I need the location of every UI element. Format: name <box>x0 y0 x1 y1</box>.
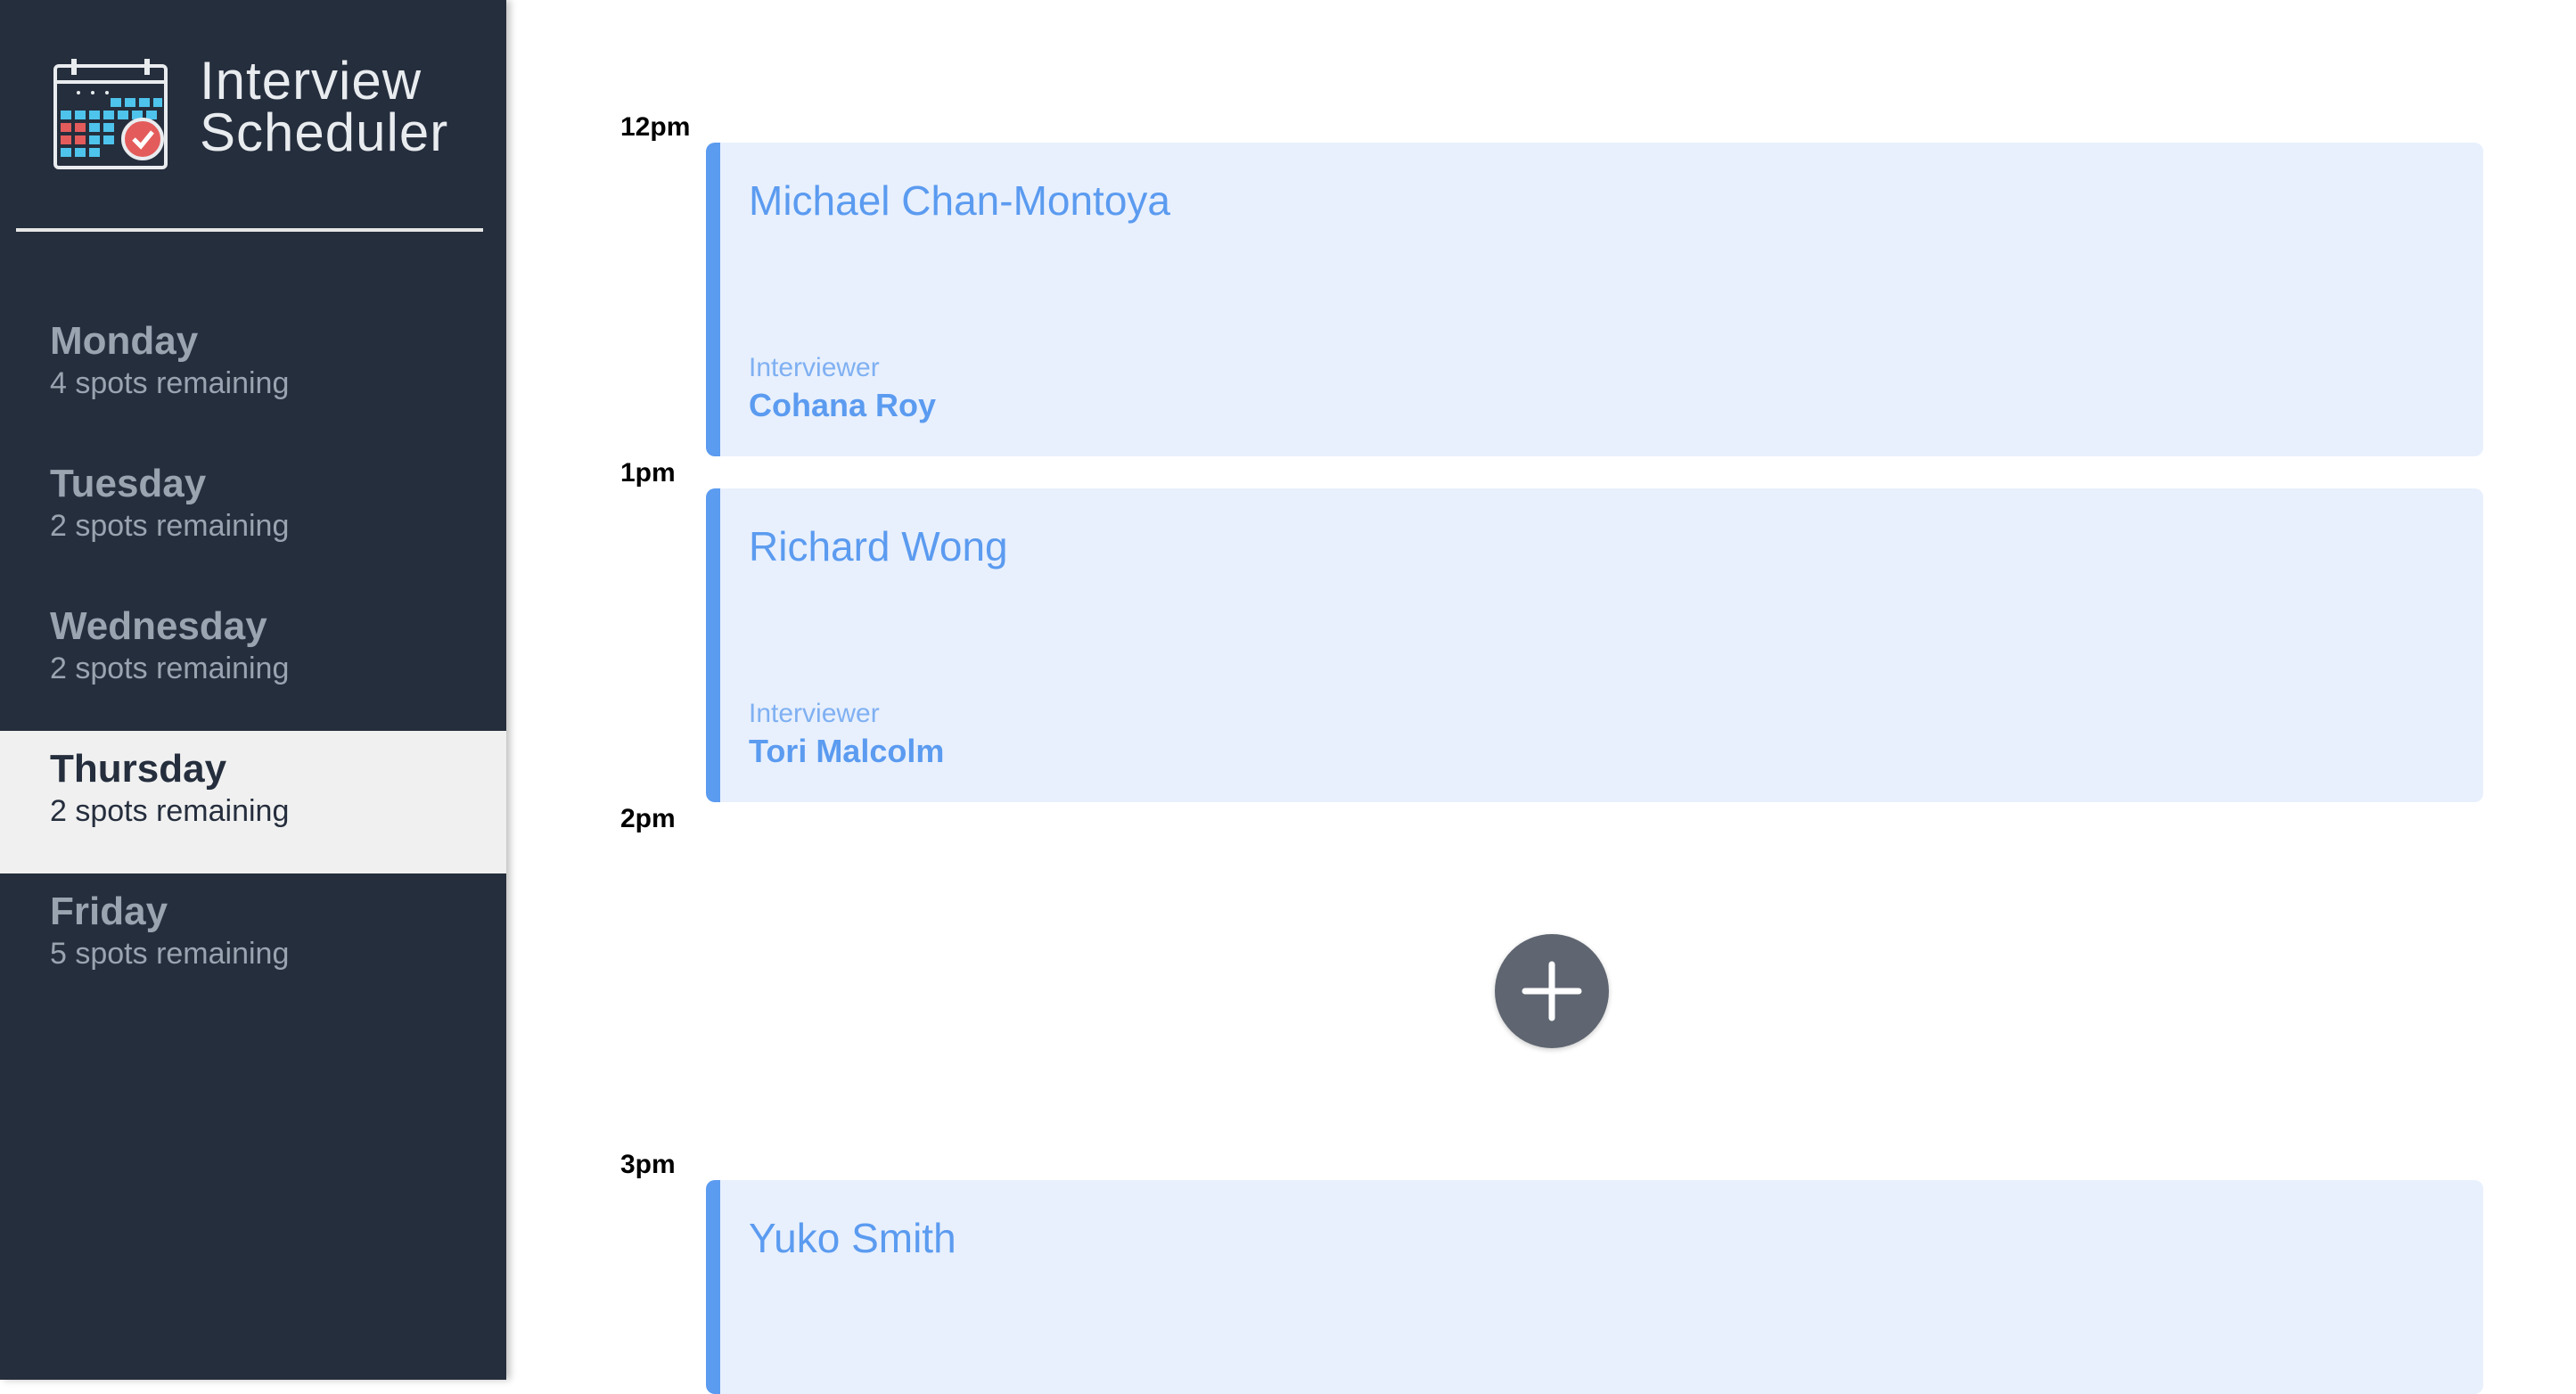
day-item-thursday[interactable]: Thursday 2 spots remaining <box>0 731 506 873</box>
sidebar: Interview Scheduler Monday 4 spots remai… <box>0 0 506 1380</box>
schedule-main: 12pm Michael Chan-Montoya Interviewer Co… <box>506 0 2576 1394</box>
calendar-check-icon <box>53 59 168 169</box>
time-label: 1pm <box>620 458 676 488</box>
day-spots: 2 spots remaining <box>50 509 290 543</box>
student-name: Yuko Smith <box>749 1215 956 1261</box>
student-name: Michael Chan-Montoya <box>749 177 1171 224</box>
interviewer-name: Cohana Roy <box>749 387 937 423</box>
day-item-friday[interactable]: Friday 5 spots remaining <box>0 873 506 1016</box>
day-item-monday[interactable]: Monday 4 spots remaining <box>0 303 506 446</box>
interviewer-label: Interviewer <box>749 353 880 382</box>
app-title: Interview Scheduler <box>200 51 449 162</box>
day-spots: 2 spots remaining <box>50 794 290 828</box>
day-name: Monday <box>50 319 199 363</box>
day-spots: 4 spots remaining <box>50 366 290 400</box>
student-name: Richard Wong <box>749 523 1008 570</box>
day-name: Tuesday <box>50 462 207 505</box>
day-name: Friday <box>50 890 168 933</box>
add-appointment-button[interactable] <box>1495 934 1609 1048</box>
appointment-card[interactable]: Yuko Smith <box>706 1180 2483 1394</box>
day-list: Monday 4 spots remaining Tuesday 2 spots… <box>0 303 506 1016</box>
appointment-card[interactable]: Michael Chan-Montoya Interviewer Cohana … <box>706 143 2483 456</box>
interviewer-label: Interviewer <box>749 699 880 728</box>
interviewer-name: Tori Malcolm <box>749 733 945 769</box>
day-spots: 2 spots remaining <box>50 652 290 685</box>
day-name: Wednesday <box>50 604 267 648</box>
day-name: Thursday <box>50 747 227 791</box>
time-label: 2pm <box>620 804 676 833</box>
sidebar-divider <box>16 228 483 232</box>
day-item-tuesday[interactable]: Tuesday 2 spots remaining <box>0 446 506 588</box>
day-spots: 5 spots remaining <box>50 937 290 971</box>
time-label: 12pm <box>620 112 691 142</box>
time-label: 3pm <box>620 1150 676 1179</box>
app-title-line2: Scheduler <box>200 102 449 162</box>
appointment-card[interactable]: Richard Wong Interviewer Tori Malcolm <box>706 488 2483 802</box>
app-title-line1: Interview <box>200 51 422 111</box>
plus-icon <box>1522 961 1582 1021</box>
day-item-wednesday[interactable]: Wednesday 2 spots remaining <box>0 588 506 731</box>
